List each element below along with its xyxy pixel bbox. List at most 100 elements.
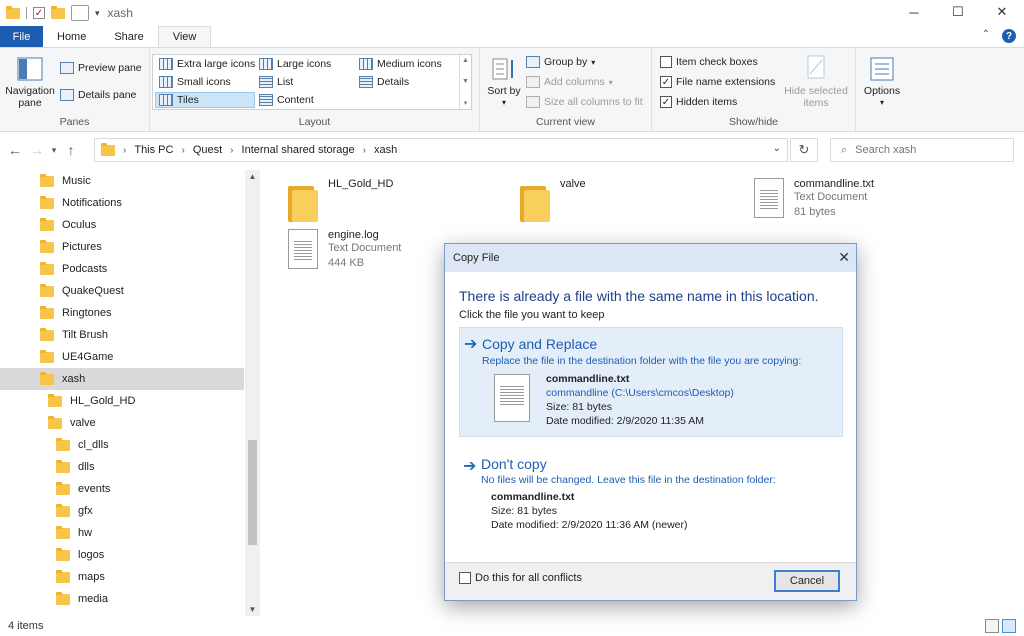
up-arrow-icon[interactable]: ↑ [60,142,82,158]
chevron-up-icon[interactable]: ▲ [460,57,471,64]
file-name-extensions-checkbox[interactable]: ✓ [660,76,672,88]
list-item[interactable]: valve [520,178,586,222]
file-name-extensions-toggle[interactable]: ✓ File name extensions [660,76,775,88]
recent-locations-icon[interactable]: ▾ [48,145,60,156]
layout-tiles[interactable]: Tiles [159,94,199,106]
scrollbar-thumb[interactable] [248,440,257,545]
tab-file[interactable]: File [0,26,43,47]
layout-small-icons[interactable]: Small icons [159,76,231,88]
sidebar-item-music[interactable]: Music [40,170,91,192]
minimize-button[interactable]: ─ [892,0,936,24]
chevron-down-icon[interactable]: ▼ [245,605,260,614]
layout-list[interactable]: List [259,76,293,88]
chevron-right-icon[interactable]: › [123,145,126,156]
sidebar-item-cl-dlls[interactable]: cl_dlls [56,434,109,456]
copy-and-replace-option[interactable]: ➔ Copy and Replace Replace the file in t… [459,327,843,437]
sidebar-item-quakequest[interactable]: QuakeQuest [40,280,124,302]
hidden-items-checkbox[interactable]: ✓ [660,96,672,108]
list-item[interactable]: commandline.txt Text Document 81 bytes [754,178,874,220]
item-check-boxes-checkbox[interactable] [660,56,672,68]
sidebar-item-hw[interactable]: hw [56,522,92,544]
sidebar-item-label: Podcasts [62,263,108,275]
all-conflicts-toggle[interactable]: Do this for all conflicts [459,572,582,584]
sidebar-item-tilt-brush[interactable]: Tilt Brush [40,324,108,346]
list-item[interactable]: HL_Gold_HD [288,178,393,222]
sidebar-item-ringtones[interactable]: Ringtones [40,302,112,324]
forward-arrow-icon[interactable]: → [26,142,48,158]
sidebar-item-ue4game[interactable]: UE4Game [40,346,113,368]
sidebar-item-maps[interactable]: maps [56,566,105,588]
layout-extra-large-icons[interactable]: Extra large icons [159,58,255,70]
quick-access-icon[interactable] [71,5,89,21]
preview-pane-button[interactable]: Preview pane [60,62,142,74]
properties-icon[interactable]: ✓ [33,7,45,19]
group-by-button[interactable]: Group by ▾ [526,56,595,68]
file-type: Text Document [794,191,868,203]
chevron-right-icon[interactable]: › [230,145,233,156]
sidebar-item-notifications[interactable]: Notifications [40,192,122,214]
hide-selected-items-button[interactable]: Hide selected items [780,54,852,109]
layout-gallery-scroll[interactable]: ▲ ▼ ▾ [459,55,471,109]
hide-selected-label: Hide selected items [784,85,848,109]
breadcrumb-internal-storage[interactable]: Internal shared storage [242,144,355,156]
chevron-up-icon[interactable]: ▲ [245,172,260,181]
close-button[interactable]: ✕ [980,0,1024,24]
address-field[interactable]: › This PC › Quest › Internal shared stor… [94,138,788,162]
help-icon[interactable]: ? [1002,29,1016,43]
breadcrumb-this-pc[interactable]: This PC [134,144,173,156]
sidebar-item-label: Pictures [62,241,102,253]
options-button[interactable]: Options ▾ [860,56,904,109]
sidebar-item-label: gfx [78,505,93,517]
list-item[interactable]: engine.log Text Document 444 KB [288,229,401,271]
cancel-button[interactable]: Cancel [774,570,840,592]
breadcrumb-xash[interactable]: xash [374,144,397,156]
sidebar-item-xash[interactable]: xash [0,368,244,390]
layout-details[interactable]: Details [359,76,409,88]
maximize-button[interactable]: ☐ [936,0,980,24]
dont-copy-option[interactable]: ➔ Don't copy No files will be changed. L… [459,452,843,532]
nav-scrollbar[interactable]: ▲ ▼ [245,170,260,616]
customize-toolbar-icon[interactable]: ▾ [95,8,100,19]
sidebar-item-events[interactable]: events [56,478,110,500]
sidebar-item-gfx[interactable]: gfx [56,500,93,522]
chevron-down-icon[interactable]: ⌄ [773,143,781,154]
tab-view[interactable]: View [157,26,212,47]
search-input[interactable]: ⌕ Search xash [830,138,1014,162]
sidebar-item-podcasts[interactable]: Podcasts [40,258,107,280]
sidebar-item-media[interactable]: media [56,588,108,610]
layout-large-icons[interactable]: Large icons [259,58,331,70]
details-pane-button[interactable]: Details pane [60,89,136,101]
hidden-items-toggle[interactable]: ✓ Hidden items [660,96,737,108]
layout-label: Large icons [277,58,332,70]
back-arrow-icon[interactable]: ← [4,142,26,158]
sort-by-button[interactable]: Sort by ▾ [486,56,522,109]
sidebar-item-oculus[interactable]: Oculus [40,214,96,236]
more-icon[interactable]: ▾ [460,99,471,107]
close-icon[interactable]: ✕ [838,249,850,266]
tab-home[interactable]: Home [43,26,100,47]
layout-content[interactable]: Content [259,94,314,106]
group-by-label: Group by [544,56,588,68]
sidebar-item-pictures[interactable]: Pictures [40,236,102,258]
item-check-boxes-toggle[interactable]: Item check boxes [660,56,758,68]
breadcrumb-quest[interactable]: Quest [193,144,222,156]
chevron-right-icon[interactable]: › [181,145,184,156]
all-conflicts-checkbox[interactable] [459,572,471,584]
large-icons-view-icon[interactable] [1002,619,1016,633]
layout-medium-icons[interactable]: Medium icons [359,58,442,70]
chevron-right-icon[interactable]: › [363,145,366,156]
size-columns-button[interactable]: Size all columns to fit [526,96,643,108]
sidebar-item-label: Music [62,175,91,187]
sidebar-item-logos[interactable]: logos [56,544,104,566]
sidebar-item-hl-gold-hd[interactable]: HL_Gold_HD [48,390,135,412]
add-columns-button[interactable]: Add columns ▾ [526,76,613,88]
new-folder-icon[interactable] [51,5,65,19]
tab-share[interactable]: Share [100,26,157,47]
sidebar-item-valve[interactable]: valve [48,412,96,434]
navigation-pane-button[interactable]: Navigation pane [2,56,58,109]
chevron-down-icon[interactable]: ▼ [460,78,471,85]
sidebar-item-dlls[interactable]: dlls [56,456,95,478]
refresh-button[interactable]: ↻ [790,138,818,162]
details-view-icon[interactable] [985,619,999,633]
chevron-up-icon[interactable]: ⌃ [982,29,990,43]
